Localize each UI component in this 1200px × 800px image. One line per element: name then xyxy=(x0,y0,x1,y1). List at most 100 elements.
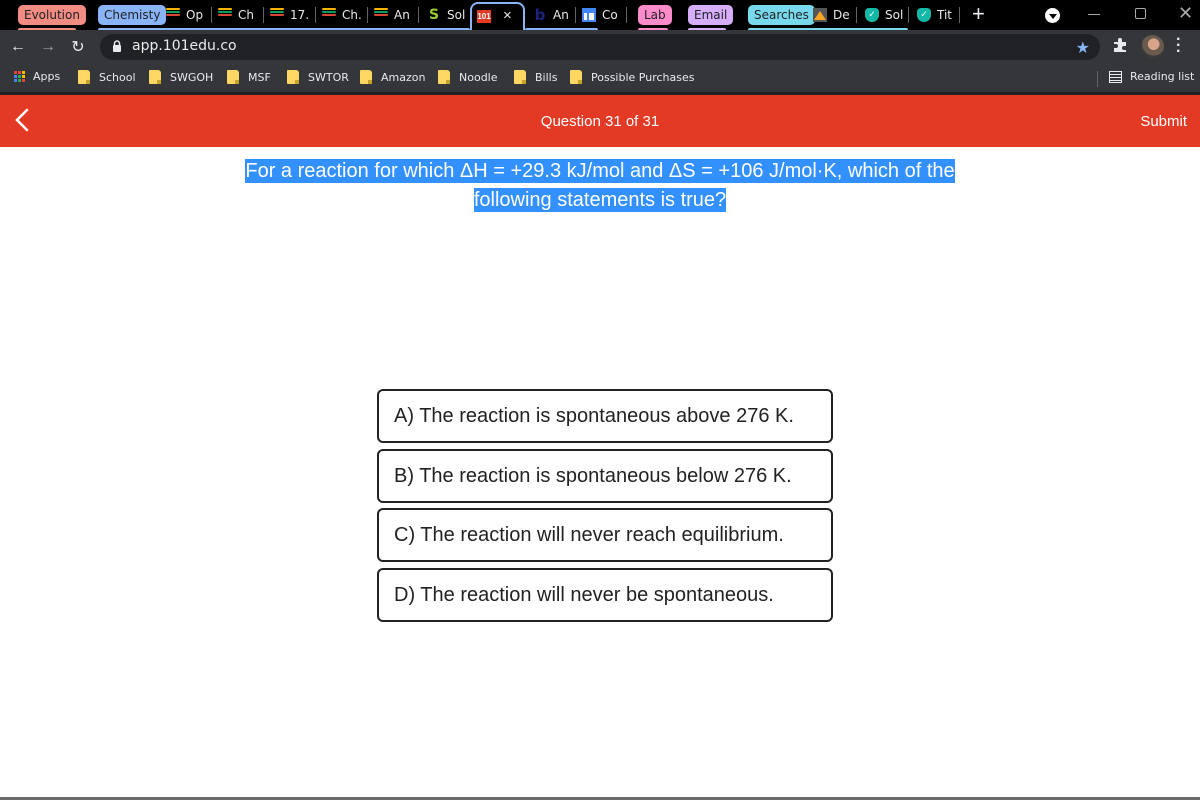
puzzle-icon xyxy=(1114,38,1126,52)
tab-title: Sol xyxy=(447,8,466,22)
tab-an[interactable]: An xyxy=(374,4,414,26)
answer-option-c[interactable]: C) The reaction will never reach equilib… xyxy=(377,508,833,562)
bookmarks-bar: Apps School SWGOH MSF SWTOR Amazon Noodl… xyxy=(0,63,1200,92)
reading-list-icon xyxy=(1109,70,1122,83)
tab-group-searches[interactable]: Searches xyxy=(748,5,815,25)
arrow-right-icon: → xyxy=(40,38,56,55)
folder-icon xyxy=(438,70,450,84)
tab-separator xyxy=(315,7,316,23)
tab-an-bartleby[interactable]: b An xyxy=(533,4,571,26)
folder-icon xyxy=(227,70,239,84)
tab-separator xyxy=(211,7,212,23)
bookmark-apps[interactable]: Apps xyxy=(14,70,60,83)
bookmark-folder-bills[interactable]: Bills xyxy=(514,70,557,84)
bookmark-label: School xyxy=(99,70,136,84)
tab-separator xyxy=(418,7,419,23)
answer-option-a[interactable]: A) The reaction is spontaneous above 276… xyxy=(377,389,833,443)
reading-list-button[interactable]: Reading list xyxy=(1109,70,1194,83)
tab-ch-2[interactable]: Ch. xyxy=(322,4,364,26)
reading-list-label: Reading list xyxy=(1130,70,1195,83)
tab-co[interactable]: Co xyxy=(582,4,620,26)
bookmarks-separator xyxy=(1097,71,1098,87)
browser-toolbar: ← → ↻ app.101edu.co ★ · · · xyxy=(0,30,1200,63)
bookmark-label: MSF xyxy=(248,70,271,84)
answer-option-b[interactable]: B) The reaction is spontaneous below 276… xyxy=(377,449,833,503)
back-button[interactable]: ← xyxy=(6,35,30,59)
tab-sol[interactable]: S Sol xyxy=(427,4,467,26)
chevron-down-icon xyxy=(1048,14,1057,19)
new-tab-button[interactable]: + xyxy=(972,2,985,26)
question-line-1: For a reaction for which ΔH = +29.3 kJ/m… xyxy=(245,159,955,183)
stack-icon xyxy=(218,8,232,22)
tab-separator xyxy=(959,7,960,23)
bartleby-icon: b xyxy=(534,6,546,24)
reload-icon: ↻ xyxy=(71,39,85,56)
stack-icon xyxy=(374,8,388,22)
lock-icon xyxy=(112,40,122,58)
shield-check-icon: ✓ xyxy=(865,8,879,22)
101edu-icon: 101 xyxy=(477,10,491,23)
answer-option-d[interactable]: D) The reaction will never be spontaneou… xyxy=(377,568,833,622)
layout-icon xyxy=(582,8,596,22)
quiz-header: Question 31 of 31 Submit xyxy=(0,95,1200,147)
bookmark-folder-swgoh[interactable]: SWGOH xyxy=(149,70,213,84)
minimize-button[interactable] xyxy=(1088,14,1100,15)
restore-button[interactable] xyxy=(1135,8,1146,19)
bookmark-folder-swtor[interactable]: SWTOR xyxy=(287,70,349,84)
stack-icon xyxy=(270,8,284,22)
tab-group-lab[interactable]: Lab xyxy=(638,5,672,25)
tab-de[interactable]: De xyxy=(813,4,851,26)
bookmark-label: Amazon xyxy=(381,70,426,84)
tab-separator xyxy=(263,7,264,23)
reload-button[interactable]: ↻ xyxy=(66,35,90,59)
tab-tit[interactable]: ✓ Tit xyxy=(917,4,957,26)
tab-search-button[interactable] xyxy=(1045,8,1060,23)
shield-check-icon: ✓ xyxy=(917,8,931,22)
tab-group-evolution[interactable]: Evolution xyxy=(18,5,86,25)
tab-title: Sol xyxy=(885,8,904,22)
bookmark-star-icon[interactable]: ★ xyxy=(1076,38,1090,58)
bookmark-label: Bills xyxy=(535,70,558,84)
folder-icon xyxy=(570,70,582,84)
url-text[interactable]: app.101edu.co xyxy=(132,38,237,54)
tab-title: An xyxy=(553,8,569,22)
close-window-button[interactable]: ✕ xyxy=(1178,3,1193,24)
profile-avatar[interactable] xyxy=(1141,35,1164,58)
bookmark-folder-possible-purchases[interactable]: Possible Purchases xyxy=(570,70,694,84)
tab-sol-2[interactable]: ✓ Sol xyxy=(865,4,905,26)
folder-icon xyxy=(287,70,299,84)
tab-title: Tit xyxy=(937,8,952,22)
submit-button[interactable]: Submit xyxy=(1140,113,1187,130)
folder-icon xyxy=(514,70,526,84)
tab-title: Ch. xyxy=(342,8,362,22)
tab-separator xyxy=(367,7,368,23)
tab-group-email[interactable]: Email xyxy=(688,5,734,25)
stack-icon xyxy=(322,8,336,22)
bookmark-folder-msf[interactable]: MSF xyxy=(227,70,271,84)
stack-icon xyxy=(166,8,180,22)
tab-separator xyxy=(575,7,576,23)
s-logo-icon: S xyxy=(428,7,440,23)
tab-strip: Evolution Chemisty Op Ch 17. Ch. An S So… xyxy=(0,0,1200,30)
bookmark-folder-noodle[interactable]: Noodle xyxy=(438,70,498,84)
desmos-icon xyxy=(813,8,827,22)
bookmark-label: SWTOR xyxy=(308,70,349,84)
tab-group-chemisty[interactable]: Chemisty xyxy=(98,5,167,25)
bookmark-folder-amazon[interactable]: Amazon xyxy=(360,70,425,84)
tab-title: Co xyxy=(602,8,618,22)
tab-separator xyxy=(856,7,857,23)
tab-101edu-active[interactable]: 101 × xyxy=(470,2,525,30)
browser-menu-button[interactable]: · · · xyxy=(1176,32,1181,60)
tab-title: De xyxy=(833,8,850,22)
bookmark-folder-school[interactable]: School xyxy=(78,70,136,84)
forward-button[interactable]: → xyxy=(36,35,60,59)
tab-op[interactable]: Op xyxy=(166,4,208,26)
folder-icon xyxy=(149,70,161,84)
tab-17[interactable]: 17. xyxy=(270,4,312,26)
extensions-button[interactable] xyxy=(1112,37,1128,58)
apps-grid-icon xyxy=(14,71,25,82)
tab-ch[interactable]: Ch xyxy=(218,4,258,26)
address-bar[interactable]: app.101edu.co ★ xyxy=(100,34,1100,60)
close-tab-icon[interactable]: × xyxy=(503,7,512,24)
tab-title: Op xyxy=(186,8,204,22)
